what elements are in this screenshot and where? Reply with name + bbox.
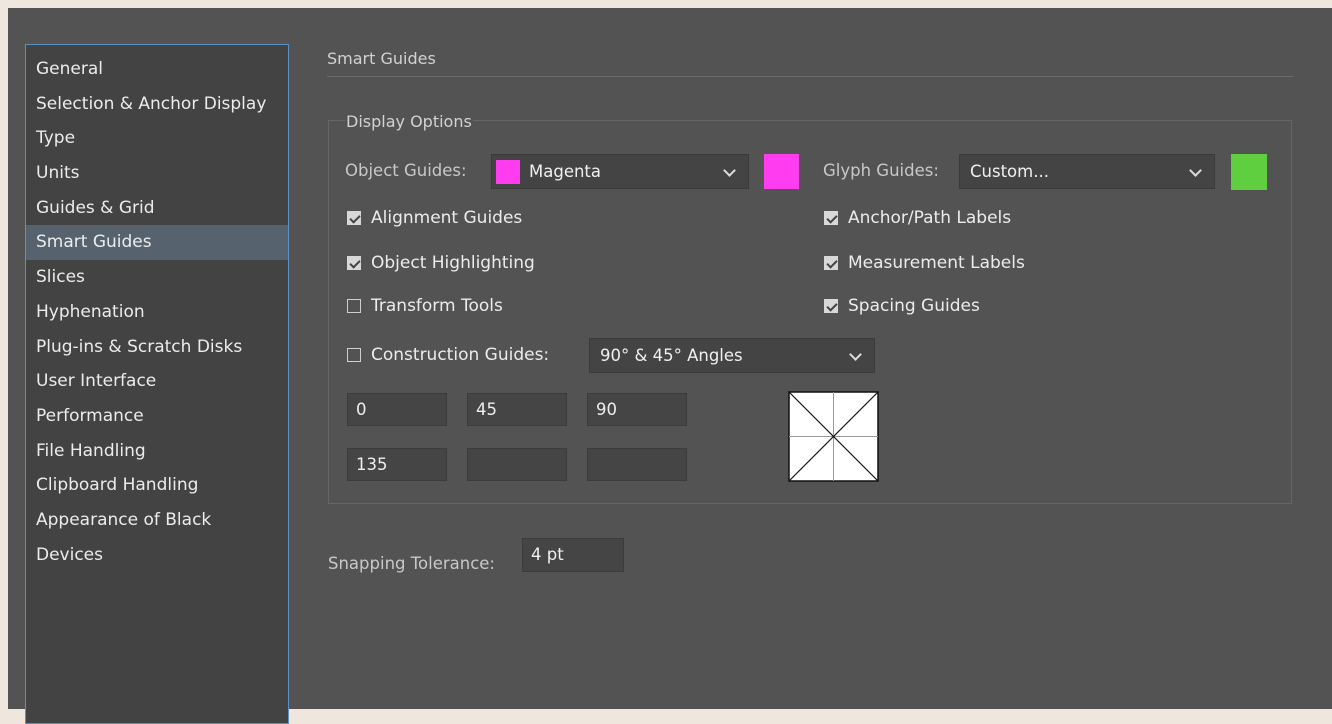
angle-preview-icon bbox=[788, 391, 879, 482]
sidebar-item-slices[interactable]: Slices bbox=[26, 260, 288, 295]
object-guides-dropdown[interactable]: Magenta bbox=[491, 154, 749, 189]
alignment-guides-checkbox[interactable]: Alignment Guides bbox=[347, 208, 522, 228]
object-guides-label: Object Guides: bbox=[345, 161, 467, 180]
object-highlighting-label: Object Highlighting bbox=[371, 253, 535, 273]
glyph-guides-value: Custom... bbox=[970, 162, 1049, 181]
snapping-tolerance-input[interactable]: 4 pt bbox=[522, 538, 624, 572]
transform-tools-label: Transform Tools bbox=[371, 296, 503, 316]
checkbox-icon bbox=[347, 299, 361, 313]
section-title: Smart Guides bbox=[327, 49, 436, 68]
chevron-down-icon bbox=[849, 348, 862, 361]
glyph-guides-dropdown[interactable]: Custom... bbox=[959, 154, 1215, 189]
sidebar-item-performance[interactable]: Performance bbox=[26, 399, 288, 434]
checkbox-icon bbox=[347, 211, 361, 225]
sidebar-item-smart-guides[interactable]: Smart Guides bbox=[26, 225, 288, 261]
sidebar-item-user-interface[interactable]: User Interface bbox=[26, 364, 288, 399]
sidebar-item-guides-grid[interactable]: Guides & Grid bbox=[26, 191, 288, 226]
sidebar-item-selection-anchor-display[interactable]: Selection & Anchor Display bbox=[26, 87, 288, 122]
spacing-guides-label: Spacing Guides bbox=[848, 296, 980, 316]
snapping-tolerance-label: Snapping Tolerance: bbox=[328, 554, 495, 573]
sidebar-item-units[interactable]: Units bbox=[26, 156, 288, 191]
construction-angles-dropdown[interactable]: 90° & 45° Angles bbox=[589, 338, 875, 373]
sidebar-item-file-handling[interactable]: File Handling bbox=[26, 434, 288, 469]
object-guides-color-button[interactable] bbox=[764, 154, 799, 189]
sidebar-item-general[interactable]: General bbox=[26, 52, 288, 87]
construction-guides-checkbox[interactable]: Construction Guides: bbox=[347, 345, 549, 365]
angle-field-4[interactable]: 135 bbox=[347, 448, 447, 481]
glyph-guides-label: Glyph Guides: bbox=[823, 161, 939, 180]
transform-tools-checkbox[interactable]: Transform Tools bbox=[347, 296, 503, 316]
construction-guides-label: Construction Guides: bbox=[371, 345, 550, 365]
anchor-path-labels-label: Anchor/Path Labels bbox=[848, 208, 1012, 228]
display-options-title: Display Options bbox=[345, 112, 473, 131]
anchor-path-labels-checkbox[interactable]: Anchor/Path Labels bbox=[824, 208, 1011, 228]
sidebar-item-devices[interactable]: Devices bbox=[26, 538, 288, 573]
chevron-down-icon bbox=[1189, 164, 1202, 177]
measurement-labels-checkbox[interactable]: Measurement Labels bbox=[824, 253, 1025, 273]
angle-field-5[interactable] bbox=[467, 448, 567, 481]
checkbox-icon bbox=[347, 348, 361, 362]
glyph-guides-color-button[interactable] bbox=[1231, 154, 1267, 190]
preferences-category-list: General Selection & Anchor Display Type … bbox=[25, 44, 289, 724]
alignment-guides-label: Alignment Guides bbox=[371, 208, 523, 228]
smart-guides-panel: Smart Guides Display Options Object Guid… bbox=[327, 8, 1332, 709]
preferences-dialog: General Selection & Anchor Display Type … bbox=[8, 8, 1332, 724]
spacing-guides-checkbox[interactable]: Spacing Guides bbox=[824, 296, 980, 316]
sidebar-item-clipboard-handling[interactable]: Clipboard Handling bbox=[26, 468, 288, 503]
angle-field-2[interactable]: 45 bbox=[467, 393, 567, 426]
chevron-down-icon bbox=[723, 164, 736, 177]
object-highlighting-checkbox[interactable]: Object Highlighting bbox=[347, 253, 535, 273]
checkbox-icon bbox=[347, 256, 361, 270]
measurement-labels-label: Measurement Labels bbox=[848, 253, 1025, 273]
sidebar-item-plugins-scratch-disks[interactable]: Plug-ins & Scratch Disks bbox=[26, 330, 288, 365]
checkbox-icon bbox=[824, 211, 838, 225]
sidebar-item-type[interactable]: Type bbox=[26, 121, 288, 156]
section-divider bbox=[327, 76, 1293, 77]
object-guides-value: Magenta bbox=[529, 162, 602, 181]
angle-field-3[interactable]: 90 bbox=[587, 393, 687, 426]
angle-field-6[interactable] bbox=[587, 448, 687, 481]
construction-angles-value: 90° & 45° Angles bbox=[600, 346, 743, 365]
sidebar-item-hyphenation[interactable]: Hyphenation bbox=[26, 295, 288, 330]
checkbox-icon bbox=[824, 299, 838, 313]
object-guides-swatch bbox=[496, 160, 520, 184]
checkbox-icon bbox=[824, 256, 838, 270]
sidebar-item-appearance-of-black[interactable]: Appearance of Black bbox=[26, 503, 288, 538]
angle-field-1[interactable]: 0 bbox=[347, 393, 447, 426]
